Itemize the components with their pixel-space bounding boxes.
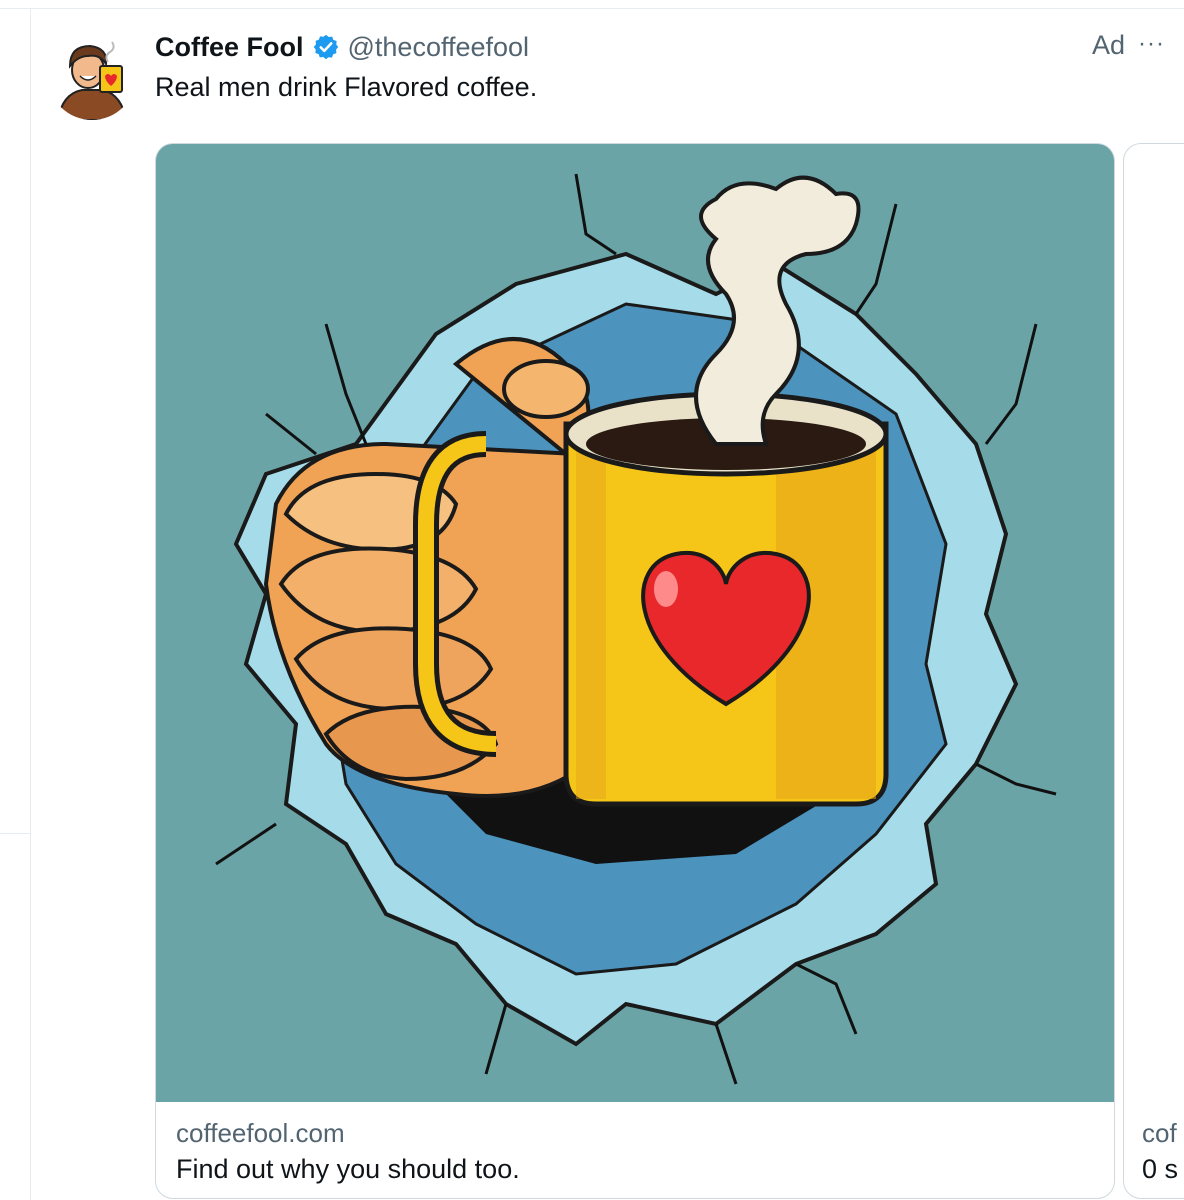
timeline-left-divider xyxy=(0,833,30,834)
display-name[interactable]: Coffee Fool xyxy=(155,32,304,63)
avatar-illustration xyxy=(48,32,136,120)
tweet-text: Real men drink Flavored coffee. xyxy=(155,72,538,102)
card-domain: coffeefool.com xyxy=(176,1118,345,1148)
ad-label: Ad xyxy=(1092,30,1126,60)
card-image[interactable] xyxy=(156,144,1114,1102)
timeline-left-border xyxy=(30,8,31,1200)
card-domain: cof xyxy=(1142,1118,1177,1148)
user-handle[interactable]: @thecoffeefool xyxy=(348,32,530,63)
card-description: Find out why you should too. xyxy=(176,1154,520,1184)
verified-badge-icon xyxy=(312,33,340,61)
more-options-icon[interactable]: ··· xyxy=(1138,30,1165,58)
tweet-header: Coffee Fool @thecoffeefool xyxy=(155,30,529,64)
coffee-mug-illustration xyxy=(156,144,1114,1102)
top-divider xyxy=(0,8,1184,9)
website-card[interactable]: coffeefool.com Find out why you should t… xyxy=(155,143,1115,1199)
card-footer[interactable]: coffeefool.com Find out why you should t… xyxy=(156,1102,1114,1198)
avatar[interactable] xyxy=(48,32,136,120)
card-description: 0 s xyxy=(1142,1154,1179,1184)
website-card-next[interactable]: cof 0 s xyxy=(1123,143,1184,1199)
